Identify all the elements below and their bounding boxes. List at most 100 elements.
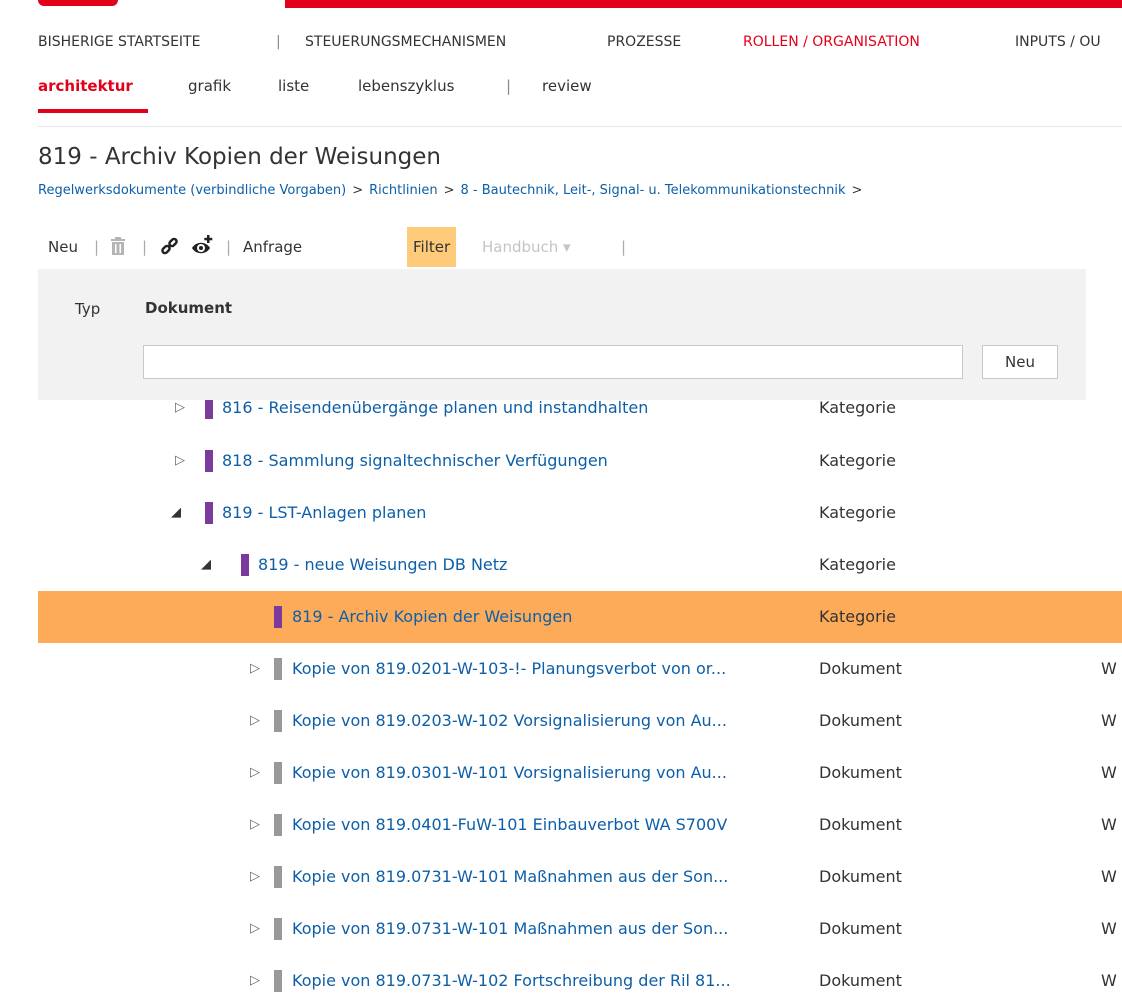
main-nav-inputs-outputs[interactable]: INPUTS / OU [1015, 34, 1101, 50]
tree-item-extra: W [1101, 711, 1117, 730]
tree-item-link[interactable]: Kopie von 819.0731-W-101 Maßnahmen aus d… [292, 903, 728, 955]
tree-item-type: Kategorie [819, 555, 896, 574]
brand-bar [285, 0, 1122, 8]
tree-row[interactable]: ▷ Kopie von 819.0731-W-102 Fortschreibung… [38, 955, 1122, 1007]
tree-item-type: Dokument [819, 971, 902, 990]
toolbar: Neu | | | Anfrage Filter Handbuch ▾ | [38, 227, 1122, 267]
trash-icon[interactable] [109, 227, 127, 267]
tree-item-type: Dokument [819, 815, 902, 834]
toolbar-separator: | [142, 238, 148, 256]
tree-item-link[interactable]: Kopie von 819.0731-W-102 Fortschreibung … [292, 955, 731, 1007]
expand-toggle-icon[interactable]: ▷ [250, 955, 260, 1007]
tree-item-extra: W [1101, 867, 1117, 886]
document-marker [274, 710, 282, 732]
toolbar-separator: | [226, 238, 232, 256]
category-marker [205, 397, 213, 419]
tree-item-link[interactable]: 819 - neue Weisungen DB Netz [258, 539, 507, 591]
collapse-toggle-icon[interactable]: ◢ [201, 539, 211, 591]
breadcrumb-separator: > [443, 183, 455, 198]
tab-review[interactable]: review [542, 77, 592, 95]
tree-item-extra: W [1101, 815, 1117, 834]
tree-item-type: Dokument [819, 763, 902, 782]
tree-item-link[interactable]: Kopie von 819.0203-W-102 Vorsignalisieru… [292, 695, 727, 747]
breadcrumb-item-regelwerksdokumente[interactable]: Regelwerksdokumente (verbindliche Vorgab… [38, 183, 346, 198]
collapse-toggle-icon[interactable]: ◢ [171, 487, 181, 539]
link-icon[interactable] [160, 227, 180, 267]
sub-nav-separator: | [506, 77, 512, 95]
filter-panel: Typ Dokument Neu [38, 269, 1086, 400]
tree-item-link[interactable]: Kopie von 819.0201-W-103-!- Planungsverb… [292, 643, 726, 695]
tab-grafik[interactable]: grafik [188, 77, 231, 95]
category-marker [205, 502, 213, 524]
page-title: 819 - Archiv Kopien der Weisungen [38, 144, 441, 170]
tree-row[interactable]: ▷ 818 - Sammlung signaltechnischer Verfüg… [38, 435, 1122, 487]
breadcrumb-separator: > [352, 183, 364, 198]
expand-toggle-icon[interactable]: ▷ [250, 643, 260, 695]
tree-row[interactable]: ▷ Kopie von 819.0203-W-102 Vorsignalisier… [38, 695, 1122, 747]
tab-architektur[interactable]: architektur [38, 77, 133, 95]
breadcrumb-item-bautechnik[interactable]: 8 - Bautechnik, Leit-, Signal- u. Teleko… [461, 183, 846, 198]
dokument-label: Dokument [145, 299, 233, 317]
active-tab-indicator [38, 109, 148, 113]
tree-row-selected[interactable]: 819 - Archiv Kopien der Weisungen Kategor… [38, 591, 1122, 643]
tree-row[interactable]: ▷ Kopie von 819.0731-W-101 Maßnahmen aus … [38, 903, 1122, 955]
expand-toggle-icon[interactable]: ▷ [250, 903, 260, 955]
main-nav-separator: | [276, 34, 281, 50]
header-divider [38, 126, 1122, 127]
brand-logo[interactable] [38, 0, 118, 6]
main-nav-rollen-organisation[interactable]: ROLLEN / ORGANISATION [743, 34, 920, 50]
tree-item-type: Dokument [819, 867, 902, 886]
tab-lebenszyklus[interactable]: lebenszyklus [358, 77, 454, 95]
document-marker [274, 658, 282, 680]
tree-item-link[interactable]: Kopie von 819.0401-FuW-101 Einbauverbot … [292, 799, 727, 851]
breadcrumb-separator: > [851, 183, 863, 198]
tree-item-type: Kategorie [819, 503, 896, 522]
filter-button[interactable]: Filter [407, 227, 457, 267]
breadcrumb: Regelwerksdokumente (verbindliche Vorgab… [38, 183, 868, 198]
filter-new-button[interactable]: Neu [982, 345, 1058, 379]
main-nav-steuerungsmechanismen[interactable]: STEUERUNGSMECHANISMEN [305, 34, 506, 50]
category-marker [241, 554, 249, 576]
category-marker [274, 606, 282, 628]
main-nav-prozesse[interactable]: PROZESSE [607, 34, 681, 50]
tree-item-type: Dokument [819, 659, 902, 678]
tree-item-link[interactable]: 818 - Sammlung signaltechnischer Verfügu… [222, 435, 608, 487]
tree-row[interactable]: ▷ Kopie von 819.0201-W-103-!- Planungsver… [38, 643, 1122, 695]
expand-toggle-icon[interactable]: ▷ [250, 851, 260, 903]
new-button[interactable]: Neu [48, 227, 78, 267]
tree-item-type: Kategorie [819, 451, 896, 470]
main-nav-bisherige-startseite[interactable]: BISHERIGE STARTSEITE [38, 34, 200, 50]
tree-row[interactable]: ◢ 819 - LST-Anlagen planen Kategorie [38, 487, 1122, 539]
tree-row[interactable]: ▷ Kopie von 819.0731-W-101 Maßnahmen aus … [38, 851, 1122, 903]
category-marker [205, 450, 213, 472]
expand-toggle-icon[interactable]: ▷ [175, 435, 185, 487]
document-marker [274, 762, 282, 784]
toolbar-separator: | [94, 238, 100, 256]
expand-toggle-icon[interactable]: ▷ [250, 695, 260, 747]
expand-toggle-icon[interactable]: ▷ [250, 747, 260, 799]
tree-item-link[interactable]: Kopie von 819.0731-W-101 Maßnahmen aus d… [292, 851, 728, 903]
tree-item-type: Dokument [819, 711, 902, 730]
toolbar-separator: | [621, 238, 627, 256]
tree-item-link[interactable]: 819 - Archiv Kopien der Weisungen [292, 591, 572, 643]
expand-toggle-icon[interactable]: ▷ [250, 799, 260, 851]
tree-row[interactable]: ▷ Kopie von 819.0301-W-101 Vorsignalisier… [38, 747, 1122, 799]
tree-item-link[interactable]: Kopie von 819.0301-W-101 Vorsignalisieru… [292, 747, 727, 799]
tree-item-link[interactable]: 819 - LST-Anlagen planen [222, 487, 426, 539]
anfrage-button[interactable]: Anfrage [243, 227, 302, 267]
tree-item-extra: W [1101, 971, 1117, 990]
tree-item-extra: W [1101, 919, 1117, 938]
breadcrumb-item-richtlinien[interactable]: Richtlinien [369, 183, 437, 198]
tree-row[interactable]: ◢ 819 - neue Weisungen DB Netz Kategorie [38, 539, 1122, 591]
tree-item-type: Kategorie [819, 607, 896, 626]
eye-plus-icon[interactable] [190, 227, 214, 267]
document-marker [274, 970, 282, 992]
tree-row[interactable]: ▷ Kopie von 819.0401-FuW-101 Einbauverbot… [38, 799, 1122, 851]
typ-label: Typ [75, 300, 101, 318]
tab-liste[interactable]: liste [278, 77, 309, 95]
handbuch-dropdown[interactable]: Handbuch ▾ [482, 227, 571, 267]
document-filter-input[interactable] [143, 345, 963, 379]
document-marker [274, 918, 282, 940]
tree-item-extra: W [1101, 763, 1117, 782]
tree-item-extra: W [1101, 659, 1117, 678]
